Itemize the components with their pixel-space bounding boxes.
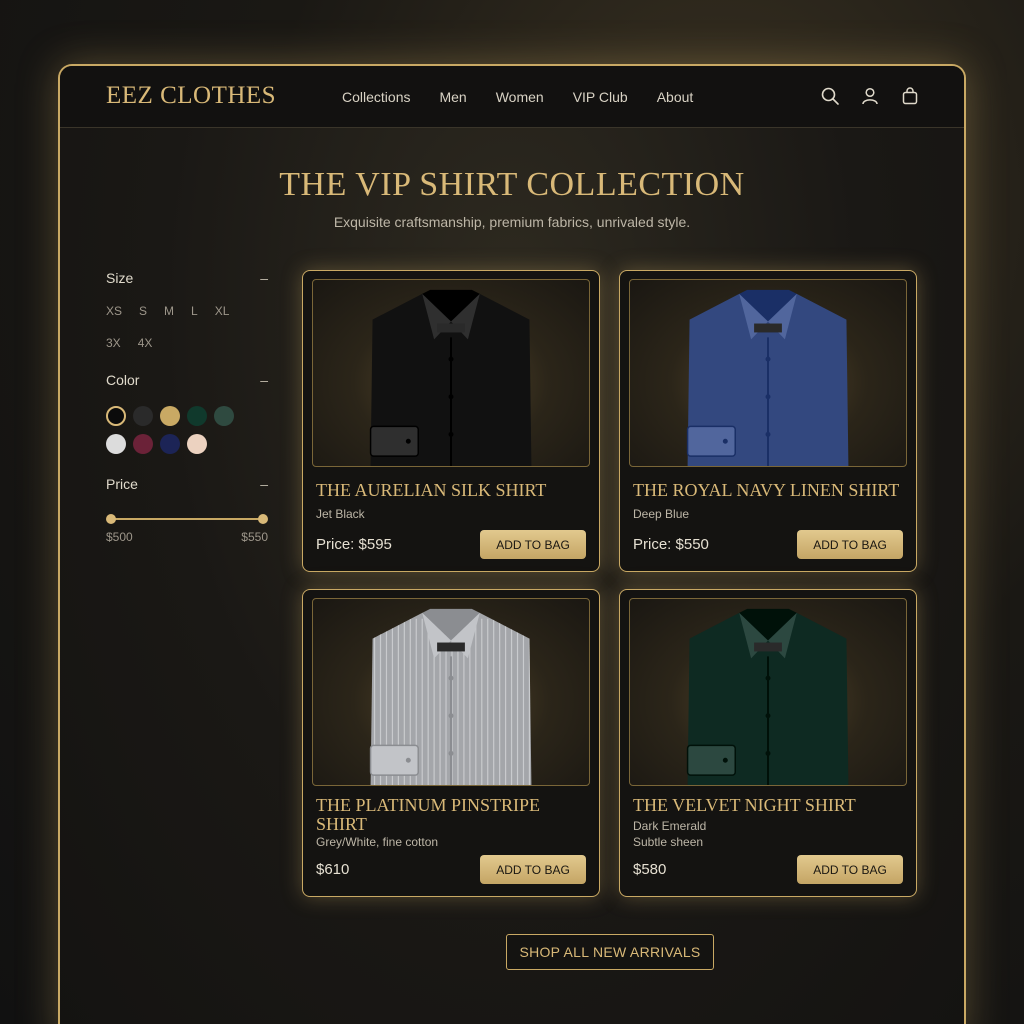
color-swatch[interactable] <box>133 434 153 454</box>
minus-icon[interactable]: – <box>260 372 268 388</box>
product-card[interactable]: THE ROYAL NAVY LINEN SHIRT Deep Blue Pri… <box>619 270 917 572</box>
add-to-bag-button[interactable]: ADD TO BAG <box>797 855 903 884</box>
size-option-3x[interactable]: 3X <box>106 336 121 350</box>
search-icon[interactable] <box>820 86 840 106</box>
product-price: $580 <box>633 861 667 878</box>
add-to-bag-button[interactable]: ADD TO BAG <box>797 530 903 559</box>
nav-about[interactable]: About <box>657 89 694 105</box>
add-to-bag-button[interactable]: ADD TO BAG <box>480 530 586 559</box>
price-filter-label: Price <box>106 476 138 492</box>
color-filter-label: Color <box>106 372 140 388</box>
size-filter-header[interactable]: Size – <box>106 270 268 290</box>
nav-collections[interactable]: Collections <box>342 89 410 105</box>
product-image[interactable] <box>629 279 907 467</box>
product-title[interactable]: THE ROYAL NAVY LINEN SHIRT <box>633 481 908 500</box>
product-image[interactable] <box>312 279 590 467</box>
product-price: $610 <box>316 861 350 878</box>
main-nav: Collections Men Women VIP Club About <box>342 89 693 105</box>
page-frame: EEZ CLOTHES Collections Men Women VIP Cl… <box>58 64 966 1024</box>
product-subtitle: Dark Emerald <box>633 819 707 833</box>
size-option-l[interactable]: L <box>191 304 198 318</box>
shop-all-new-arrivals-button[interactable]: SHOP ALL NEW ARRIVALS <box>506 934 714 970</box>
product-title[interactable]: THE AURELIAN SILK SHIRT <box>316 481 591 500</box>
header-icons <box>820 86 920 106</box>
nav-women[interactable]: Women <box>496 89 544 105</box>
price-filter-header[interactable]: Price – <box>106 476 268 496</box>
product-card[interactable]: THE VELVET NIGHT SHIRT Dark Emerald Subt… <box>619 589 917 897</box>
product-price: Price: $595 <box>316 536 392 553</box>
product-image[interactable] <box>312 598 590 786</box>
color-swatch[interactable] <box>133 406 153 426</box>
product-image[interactable] <box>629 598 907 786</box>
size-filter-label: Size <box>106 270 134 286</box>
add-to-bag-button[interactable]: ADD TO BAG <box>480 855 586 884</box>
page-subtitle: Exquisite craftsmanship, premium fabrics… <box>333 214 691 230</box>
product-subtitle-secondary: Subtle sheen <box>633 835 704 849</box>
product-card[interactable]: THE AURELIAN SILK SHIRT Jet Black Price:… <box>302 270 600 572</box>
product-card[interactable]: THE PLATINUM PINSTRIPE SHIRT Grey/White,… <box>302 589 600 897</box>
product-price: Price: $550 <box>633 536 709 553</box>
product-subtitle: Deep Blue <box>633 507 690 521</box>
page-title: THE VIP SHIRT COLLECTION <box>279 166 745 203</box>
product-title[interactable]: THE PLATINUM PINSTRIPE SHIRT <box>316 796 591 834</box>
minus-icon[interactable]: – <box>260 476 268 492</box>
color-swatch[interactable] <box>160 406 180 426</box>
color-swatch[interactable] <box>187 406 207 426</box>
color-swatch[interactable] <box>187 434 207 454</box>
price-max-label: $550 <box>241 530 268 544</box>
filter-sidebar: Size – XS S M L XL 3X 4X Color – Price –… <box>106 270 268 546</box>
color-filter-header[interactable]: Color – <box>106 372 268 392</box>
slider-min-handle[interactable] <box>106 514 116 524</box>
size-option-xs[interactable]: XS <box>106 304 122 318</box>
shopping-bag-icon[interactable] <box>900 86 920 106</box>
color-swatches <box>106 406 268 454</box>
slider-track <box>111 518 263 520</box>
size-option-s[interactable]: S <box>139 304 147 318</box>
product-subtitle: Grey/White, fine cotton <box>316 835 439 849</box>
color-swatch[interactable] <box>160 434 180 454</box>
nav-vip-club[interactable]: VIP Club <box>573 89 628 105</box>
color-swatch[interactable] <box>214 406 234 426</box>
size-option-m[interactable]: M <box>164 304 174 318</box>
price-range-labels: $500 $550 <box>106 530 268 546</box>
price-min-label: $500 <box>106 530 133 544</box>
size-option-4x[interactable]: 4X <box>138 336 153 350</box>
product-subtitle: Jet Black <box>316 507 365 521</box>
account-icon[interactable] <box>860 86 880 106</box>
price-range-slider[interactable] <box>106 512 268 526</box>
brand-logo[interactable]: EEZ CLOTHES <box>106 82 276 110</box>
minus-icon[interactable]: – <box>260 270 268 286</box>
product-title[interactable]: THE VELVET NIGHT SHIRT <box>633 796 908 815</box>
nav-men[interactable]: Men <box>439 89 466 105</box>
color-swatch[interactable] <box>106 434 126 454</box>
size-options: XS S M L XL 3X 4X <box>106 304 256 350</box>
top-navigation-bar: EEZ CLOTHES Collections Men Women VIP Cl… <box>60 66 964 128</box>
slider-max-handle[interactable] <box>258 514 268 524</box>
size-option-xl[interactable]: XL <box>215 304 230 318</box>
color-swatch[interactable] <box>106 406 126 426</box>
